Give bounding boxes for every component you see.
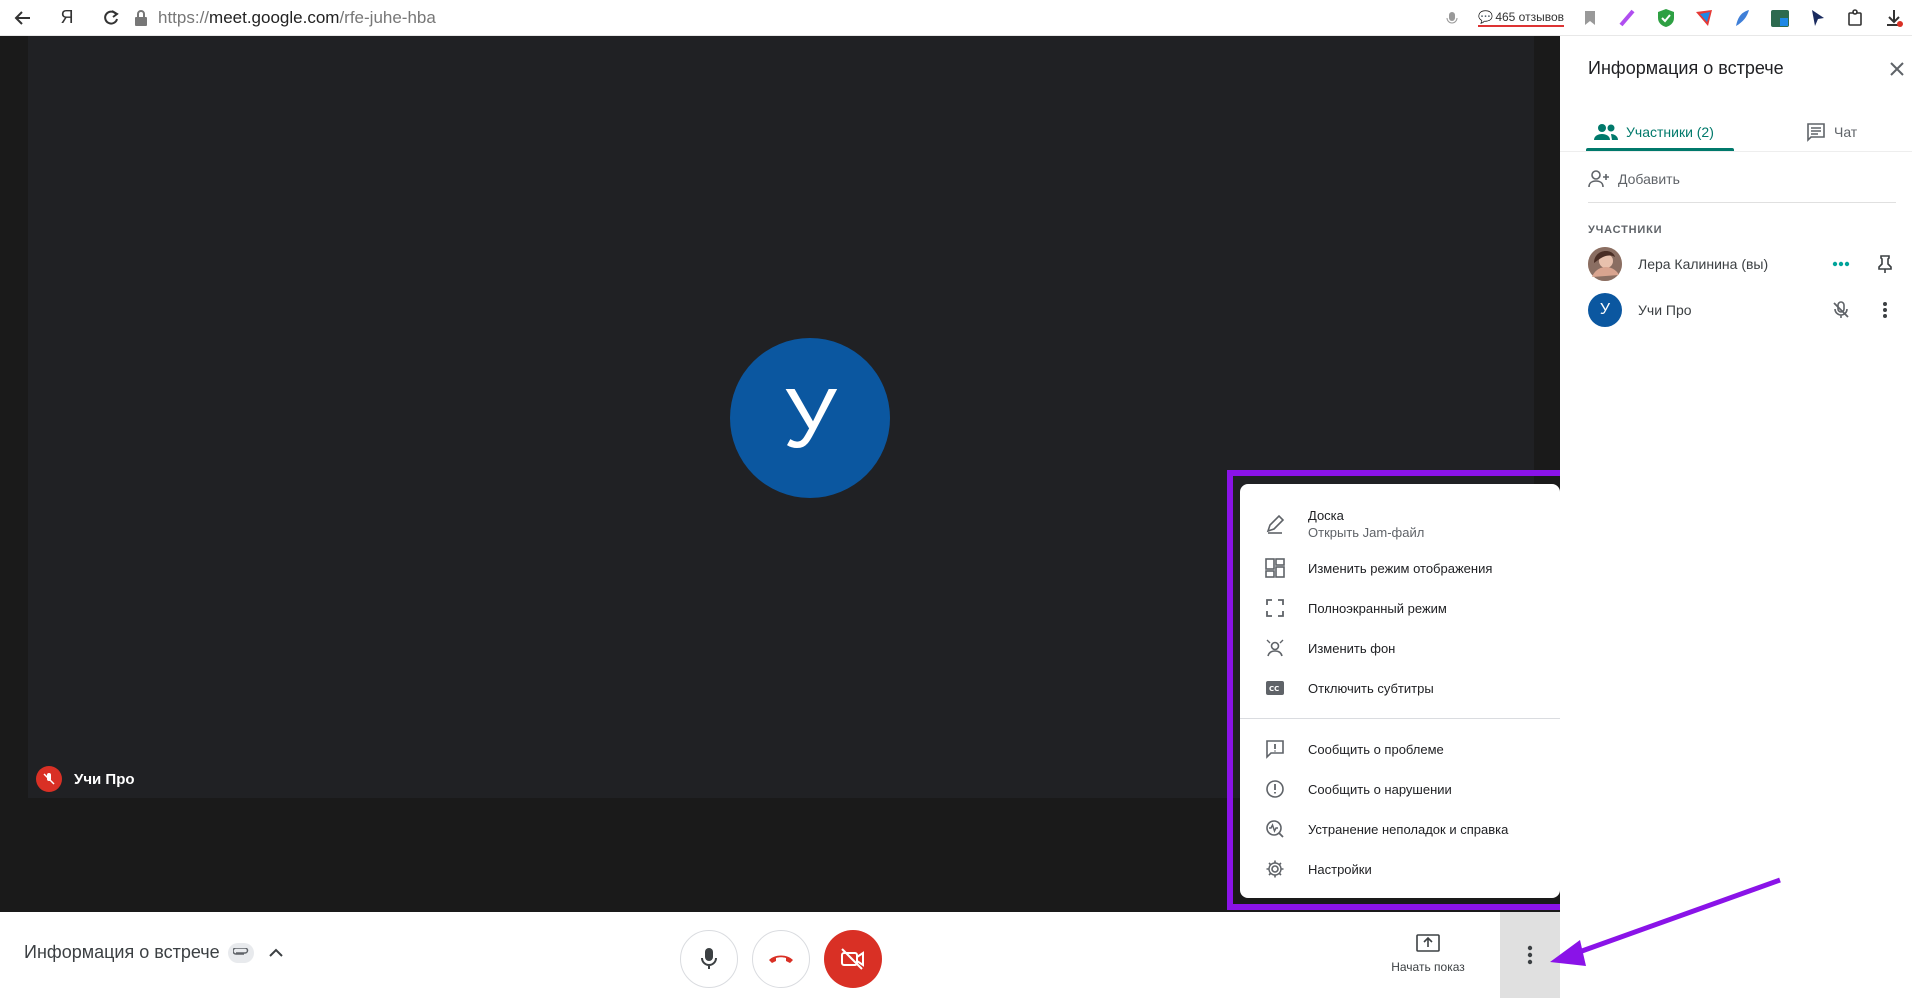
menu-item-label: Изменить фон bbox=[1308, 640, 1396, 656]
yandex-button[interactable]: Я bbox=[52, 3, 82, 33]
background-icon bbox=[1264, 637, 1286, 659]
report-icon bbox=[1264, 778, 1286, 800]
participants-section-label: УЧАСТНИКИ bbox=[1588, 224, 1663, 236]
download-icon[interactable] bbox=[1882, 6, 1906, 30]
menu-item-report-problem[interactable]: Сообщить о проблеме bbox=[1240, 729, 1560, 769]
feather-icon[interactable] bbox=[1730, 6, 1754, 30]
menu-item-label: Изменить режим отображения bbox=[1308, 560, 1493, 576]
pen-extension-icon[interactable] bbox=[1616, 6, 1640, 30]
close-icon[interactable] bbox=[1886, 58, 1908, 80]
menu-item-label: Сообщить о проблеме bbox=[1308, 741, 1444, 757]
attachment-icon bbox=[227, 942, 254, 963]
tab-chat[interactable]: Чат bbox=[1806, 114, 1857, 150]
avatar bbox=[1588, 247, 1622, 281]
comment-icon: 💬 bbox=[1478, 9, 1494, 24]
browser-toolbar: Я https://meet.google.com/rfe-juhe-hba 💬… bbox=[0, 0, 1912, 36]
menu-item-sublabel: Открыть Jam-файл bbox=[1308, 525, 1425, 540]
speaking-indicator-icon bbox=[1828, 251, 1854, 277]
chat-icon bbox=[1807, 123, 1825, 142]
fullscreen-icon bbox=[1264, 597, 1286, 619]
url-path: /rfe-juhe-hba bbox=[339, 7, 436, 27]
url-host: meet.google.com bbox=[209, 7, 340, 27]
participant-name: Лера Калинина (вы) bbox=[1638, 256, 1769, 272]
mic-icon bbox=[701, 948, 717, 969]
participant-row[interactable]: У Учи Про bbox=[1588, 292, 1898, 328]
feedback-icon bbox=[1264, 738, 1286, 760]
cursor-icon[interactable] bbox=[1806, 6, 1830, 30]
more-options-menu: Доска Открыть Jam-файл Изменить режим от… bbox=[1240, 484, 1560, 898]
camera-off-icon bbox=[841, 948, 864, 970]
back-arrow-icon[interactable] bbox=[8, 3, 38, 33]
avatar: У bbox=[1588, 293, 1622, 327]
add-people-button[interactable]: Добавить bbox=[1588, 164, 1680, 194]
leave-call-button[interactable] bbox=[752, 930, 810, 988]
hangup-icon bbox=[769, 955, 793, 963]
layout-icon bbox=[1264, 557, 1286, 579]
participant-name: Учи Про bbox=[74, 770, 135, 788]
menu-item-label: Сообщить о нарушении bbox=[1308, 781, 1452, 797]
menu-item-settings[interactable]: Настройки bbox=[1240, 849, 1560, 889]
divider bbox=[1588, 202, 1896, 203]
menu-item-troubleshooting[interactable]: Устранение неполадок и справка bbox=[1240, 809, 1560, 849]
participant-row[interactable]: Лера Калинина (вы) bbox=[1588, 246, 1898, 282]
svg-text:CC: CC bbox=[1269, 685, 1279, 693]
url-protocol: https:// bbox=[158, 7, 210, 27]
participant-name-tag: Учи Про bbox=[36, 766, 135, 792]
reviews-count: 465 отзывов bbox=[1495, 9, 1564, 24]
meeting-info-label: Информация о встрече bbox=[24, 942, 220, 962]
panel-title: Информация о встрече bbox=[1588, 58, 1784, 78]
present-now-button[interactable]: Начать показ bbox=[1380, 934, 1476, 974]
mic-off-icon bbox=[1828, 297, 1854, 323]
menu-item-label: Настройки bbox=[1308, 861, 1372, 877]
people-icon bbox=[1594, 124, 1618, 140]
divider bbox=[1560, 151, 1912, 152]
lock-icon bbox=[135, 9, 147, 26]
pin-icon[interactable] bbox=[1872, 251, 1898, 277]
address-bar[interactable]: https://meet.google.com/rfe-juhe-hba bbox=[134, 8, 436, 28]
pen-icon bbox=[1264, 513, 1286, 535]
bookmark-icon[interactable] bbox=[1578, 6, 1602, 30]
menu-item-whiteboard[interactable]: Доска Открыть Jam-файл bbox=[1240, 500, 1560, 548]
present-icon bbox=[1416, 934, 1440, 952]
calendar-extension-icon[interactable] bbox=[1768, 6, 1792, 30]
menu-item-label: Отключить субтитры bbox=[1308, 680, 1434, 696]
menu-divider bbox=[1240, 718, 1560, 719]
reviews-extension[interactable]: 💬 465 отзывов bbox=[1478, 10, 1564, 27]
menu-item-change-background[interactable]: Изменить фон bbox=[1240, 628, 1560, 668]
shield-icon[interactable] bbox=[1654, 6, 1678, 30]
meeting-details-panel: Информация о встрече Участники (2) Чат Д… bbox=[1560, 36, 1912, 912]
reload-icon[interactable] bbox=[96, 3, 126, 33]
troubleshoot-icon bbox=[1264, 818, 1286, 840]
add-people-label: Добавить bbox=[1618, 171, 1680, 187]
annotation-arrow bbox=[1550, 877, 1781, 966]
captions-icon: CC bbox=[1264, 677, 1286, 699]
present-label: Начать показ bbox=[1391, 960, 1465, 974]
meeting-info-button[interactable]: Информация о встрече bbox=[24, 942, 284, 963]
puzzle-icon[interactable] bbox=[1844, 6, 1868, 30]
participant-name: Учи Про bbox=[1638, 302, 1692, 318]
mic-toggle-button[interactable] bbox=[680, 930, 738, 988]
menu-item-fullscreen[interactable]: Полноэкранный режим bbox=[1240, 588, 1560, 628]
chevron-up-icon[interactable] bbox=[268, 948, 284, 958]
mic-indicator-icon[interactable] bbox=[1440, 6, 1464, 30]
mic-off-icon bbox=[36, 766, 62, 792]
settings-icon bbox=[1264, 858, 1286, 880]
color-extension-icon[interactable] bbox=[1692, 6, 1716, 30]
more-vert-icon[interactable] bbox=[1872, 297, 1898, 323]
tab-chat-label: Чат bbox=[1834, 124, 1858, 140]
menu-item-change-layout[interactable]: Изменить режим отображения bbox=[1240, 548, 1560, 588]
tab-participants[interactable]: Участники (2) bbox=[1594, 114, 1714, 150]
tab-participants-label: Участники (2) bbox=[1626, 124, 1714, 140]
menu-item-report-abuse[interactable]: Сообщить о нарушении bbox=[1240, 769, 1560, 809]
menu-item-label: Доска bbox=[1308, 508, 1344, 523]
more-vert-icon bbox=[1527, 945, 1533, 965]
camera-toggle-button[interactable] bbox=[824, 930, 882, 988]
extensions-toolbar: 💬 465 отзывов bbox=[1440, 0, 1906, 36]
participant-avatar-large: У bbox=[730, 338, 890, 498]
menu-item-captions[interactable]: CC Отключить субтитры bbox=[1240, 668, 1560, 708]
menu-item-label: Устранение неполадок и справка bbox=[1308, 821, 1509, 837]
add-person-icon bbox=[1588, 170, 1609, 188]
menu-item-label: Полноэкранный режим bbox=[1308, 600, 1447, 616]
